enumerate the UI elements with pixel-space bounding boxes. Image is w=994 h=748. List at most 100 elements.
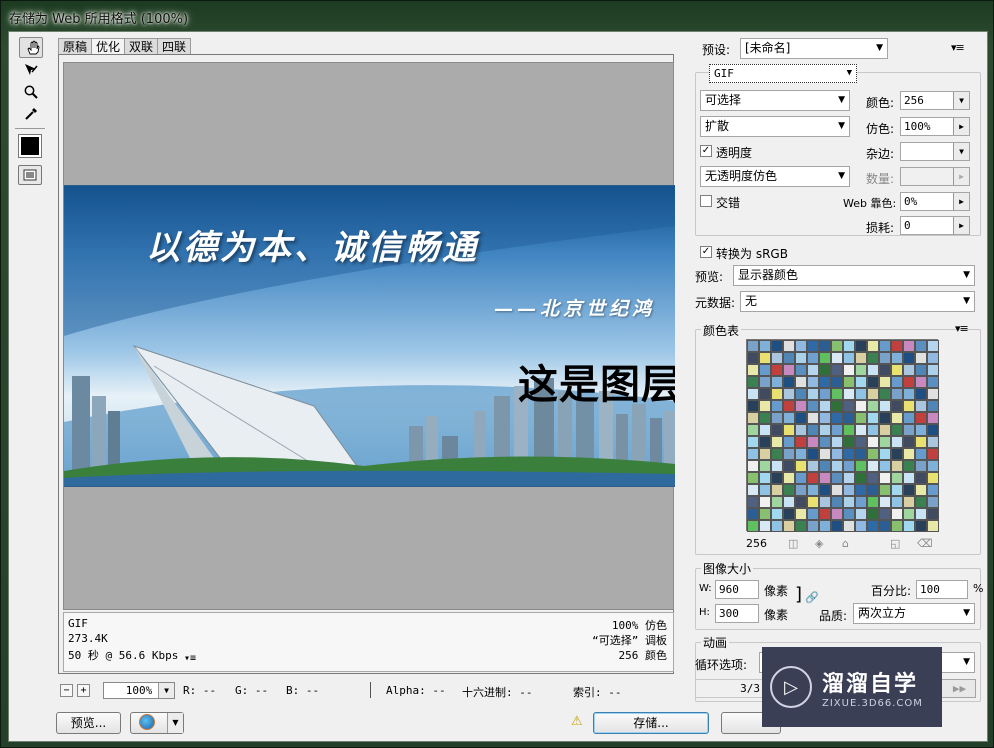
color-swatch[interactable] — [867, 340, 879, 352]
color-swatch[interactable] — [927, 364, 939, 376]
map-transparent-icon[interactable]: ◫ — [788, 537, 798, 550]
color-swatch[interactable] — [879, 364, 891, 376]
preview-button[interactable]: 预览... — [56, 712, 121, 734]
color-swatch[interactable] — [927, 412, 939, 424]
color-swatch[interactable] — [867, 436, 879, 448]
slice-visibility-icon[interactable] — [18, 165, 42, 185]
color-swatch[interactable] — [795, 424, 807, 436]
color-swatch[interactable] — [855, 388, 867, 400]
color-swatch[interactable] — [747, 340, 759, 352]
preview-mode-select[interactable]: 显示器颜色 ▼ — [733, 265, 975, 286]
slice-select-icon[interactable] — [19, 60, 43, 80]
color-swatch[interactable] — [879, 496, 891, 508]
color-swatch[interactable] — [915, 484, 927, 496]
color-swatch[interactable] — [927, 388, 939, 400]
color-swatch[interactable] — [891, 520, 903, 532]
color-reduction-select[interactable]: 可选择 ▼ — [700, 90, 850, 111]
color-swatch[interactable] — [783, 364, 795, 376]
color-swatch[interactable] — [759, 400, 771, 412]
color-swatch[interactable] — [795, 376, 807, 388]
color-swatch[interactable] — [807, 508, 819, 520]
color-swatch[interactable] — [807, 400, 819, 412]
color-swatch[interactable] — [891, 448, 903, 460]
color-swatch[interactable] — [855, 376, 867, 388]
color-swatch[interactable] — [771, 400, 783, 412]
color-swatch[interactable] — [747, 424, 759, 436]
color-swatch[interactable] — [843, 388, 855, 400]
transparency-checkbox[interactable]: ✓ — [700, 145, 712, 157]
color-swatch[interactable] — [855, 472, 867, 484]
color-swatch[interactable] — [771, 388, 783, 400]
color-swatch[interactable] — [927, 376, 939, 388]
link-icon[interactable]: 🔗 — [805, 591, 819, 604]
color-swatch[interactable] — [843, 484, 855, 496]
color-swatch[interactable] — [891, 412, 903, 424]
color-swatch[interactable] — [891, 340, 903, 352]
color-swatch[interactable] — [759, 472, 771, 484]
interlace-checkbox[interactable] — [700, 195, 712, 207]
zoom-out-button[interactable]: − — [60, 684, 73, 697]
color-swatch[interactable] — [771, 448, 783, 460]
color-swatch[interactable] — [891, 508, 903, 520]
color-swatch[interactable] — [915, 412, 927, 424]
color-swatch[interactable] — [795, 364, 807, 376]
color-swatch[interactable] — [747, 520, 759, 532]
color-swatch[interactable] — [879, 400, 891, 412]
color-swatch[interactable] — [771, 340, 783, 352]
color-swatch[interactable] — [867, 424, 879, 436]
color-swatch[interactable] — [807, 364, 819, 376]
color-swatch[interactable] — [819, 400, 831, 412]
color-swatch[interactable] — [807, 448, 819, 460]
color-swatch[interactable] — [783, 340, 795, 352]
lossy-field[interactable]: 0 ▶ — [900, 216, 970, 235]
color-swatch[interactable] — [783, 352, 795, 364]
color-swatch[interactable] — [807, 460, 819, 472]
zoom-select[interactable]: 100% ▼ — [103, 682, 175, 699]
color-swatch[interactable] — [843, 352, 855, 364]
color-swatch[interactable] — [927, 448, 939, 460]
settings-menu-icon[interactable]: ▾≡ — [951, 41, 965, 54]
color-swatch[interactable] — [903, 472, 915, 484]
color-swatch[interactable] — [831, 436, 843, 448]
color-swatch[interactable] — [759, 340, 771, 352]
color-swatch[interactable] — [747, 496, 759, 508]
color-swatch[interactable] — [795, 472, 807, 484]
color-swatch[interactable] — [867, 388, 879, 400]
color-swatch[interactable] — [927, 400, 939, 412]
color-swatch[interactable] — [831, 460, 843, 472]
color-swatch[interactable] — [927, 508, 939, 520]
color-swatch[interactable] — [903, 376, 915, 388]
color-swatch[interactable] — [783, 424, 795, 436]
color-swatch[interactable] — [855, 412, 867, 424]
image-canvas[interactable]: 以德为本、诚信畅通 ——北京世纪鸿 这是图层 — [63, 62, 675, 610]
color-swatch[interactable] — [819, 364, 831, 376]
color-swatch[interactable] — [891, 352, 903, 364]
color-swatch[interactable] — [903, 484, 915, 496]
color-swatch[interactable] — [867, 496, 879, 508]
color-swatch[interactable] — [783, 460, 795, 472]
color-swatch[interactable] — [807, 388, 819, 400]
color-swatch[interactable] — [915, 340, 927, 352]
color-swatch[interactable] — [759, 364, 771, 376]
color-swatch[interactable] — [867, 412, 879, 424]
color-swatch[interactable] — [795, 460, 807, 472]
color-swatch[interactable] — [903, 388, 915, 400]
color-swatch[interactable] — [891, 472, 903, 484]
color-swatch[interactable] — [915, 472, 927, 484]
color-swatch[interactable] — [891, 376, 903, 388]
color-swatch[interactable] — [903, 340, 915, 352]
color-swatch[interactable] — [783, 436, 795, 448]
color-swatch[interactable] — [867, 520, 879, 532]
percent-field[interactable]: 100 — [916, 580, 968, 599]
color-swatch[interactable] — [759, 496, 771, 508]
color-swatch[interactable] — [915, 352, 927, 364]
width-field[interactable]: 960 — [715, 580, 759, 599]
last-frame-button[interactable]: ▶▶ — [940, 679, 976, 698]
color-swatch[interactable] — [831, 508, 843, 520]
color-swatch[interactable] — [771, 352, 783, 364]
color-swatch[interactable] — [855, 508, 867, 520]
color-swatch[interactable] — [855, 436, 867, 448]
color-swatch[interactable] — [783, 520, 795, 532]
browser-preview-select[interactable]: ▼ — [130, 712, 184, 734]
color-swatch[interactable] — [807, 496, 819, 508]
